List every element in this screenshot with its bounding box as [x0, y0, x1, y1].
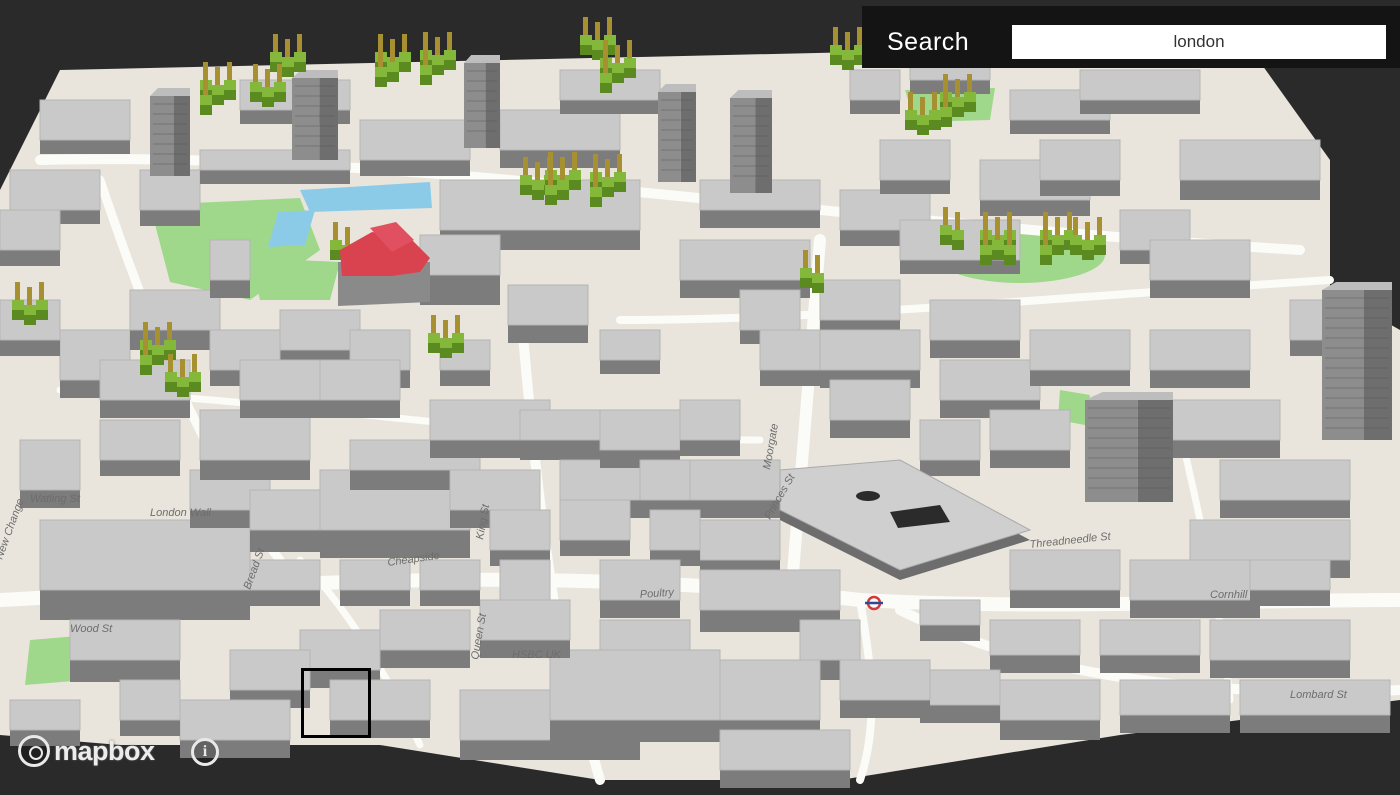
street-label: Cornhill [1210, 589, 1248, 601]
street-label: HSBC UK [512, 649, 562, 661]
street-label: Watling St [30, 493, 81, 505]
street-label: Poultry [639, 587, 675, 601]
street-label: Wood St [70, 623, 113, 635]
info-icon[interactable]: i [191, 738, 219, 766]
mapbox-logo-icon [18, 735, 50, 767]
street-label: Lombard St [1290, 689, 1348, 701]
mapbox-wordmark: mapbox [54, 735, 155, 766]
map-viewport[interactable]: Cheapside Threadneedle St Cornhill Lombard … [0, 0, 1400, 795]
search-label: Search [887, 28, 970, 56]
mapbox-logo[interactable]: mapbox [18, 731, 155, 771]
search-input[interactable] [1012, 25, 1386, 59]
street-label: London Wall [150, 507, 212, 519]
map-canvas[interactable]: CheapsideThreadneedle StCornhillLombard … [0, 0, 1400, 795]
selection-box [301, 668, 371, 738]
